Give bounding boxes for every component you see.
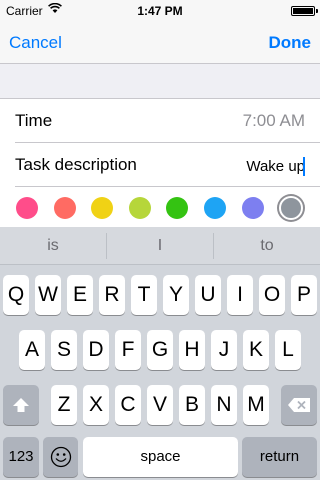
- time-label: Time: [15, 111, 53, 130]
- color-swatch-6[interactable]: [204, 197, 226, 219]
- key-v[interactable]: V: [147, 385, 173, 425]
- key-h[interactable]: H: [179, 330, 205, 370]
- key-a[interactable]: A: [19, 330, 45, 370]
- task-description-label: Task description: [15, 155, 137, 174]
- key-m[interactable]: M: [243, 385, 269, 425]
- delete-key[interactable]: [281, 385, 317, 425]
- key-b[interactable]: B: [179, 385, 205, 425]
- key-s[interactable]: S: [51, 330, 77, 370]
- prediction-1[interactable]: is: [0, 227, 106, 265]
- key-r[interactable]: R: [99, 275, 125, 315]
- key-f[interactable]: F: [115, 330, 141, 370]
- return-key[interactable]: return: [242, 437, 317, 477]
- key-k[interactable]: K: [243, 330, 269, 370]
- key-z[interactable]: Z: [51, 385, 77, 425]
- numbers-key[interactable]: 123: [3, 437, 39, 477]
- shift-icon: [12, 393, 30, 416]
- emoji-key[interactable]: [43, 437, 78, 477]
- key-n[interactable]: N: [211, 385, 237, 425]
- color-swatch-7[interactable]: [241, 197, 264, 219]
- color-swatch-1[interactable]: [16, 197, 38, 219]
- delete-icon: [287, 393, 311, 416]
- status-time: 1:47 PM: [137, 4, 183, 18]
- key-d[interactable]: D: [83, 330, 109, 370]
- key-g[interactable]: G: [147, 330, 173, 370]
- key-o[interactable]: O: [259, 275, 285, 315]
- key-l[interactable]: L: [275, 330, 301, 370]
- prediction-3[interactable]: to: [214, 227, 320, 265]
- key-i[interactable]: I: [227, 275, 253, 315]
- text-cursor: [303, 157, 305, 176]
- space-key[interactable]: space: [83, 437, 238, 477]
- key-e[interactable]: E: [67, 275, 93, 315]
- battery-icon: [291, 6, 315, 16]
- key-t[interactable]: T: [131, 275, 157, 315]
- key-c[interactable]: C: [115, 385, 141, 425]
- time-value[interactable]: 7:00 AM: [243, 111, 305, 131]
- status-bar: Carrier 1:47 PM: [0, 0, 320, 20]
- task-description-row[interactable]: Task description: [0, 143, 320, 187]
- key-q[interactable]: Q: [3, 275, 29, 315]
- emoji-icon: [50, 445, 72, 468]
- color-swatch-8[interactable]: [279, 196, 304, 220]
- color-picker: [0, 187, 320, 227]
- key-u[interactable]: U: [195, 275, 221, 315]
- battery-tip: [316, 9, 318, 13]
- key-j[interactable]: J: [211, 330, 237, 370]
- shift-key[interactable]: [3, 385, 39, 425]
- done-button[interactable]: Done: [269, 33, 312, 53]
- predictive-bar: is I to: [0, 227, 320, 265]
- color-swatch-3[interactable]: [91, 197, 114, 219]
- color-swatch-5[interactable]: [166, 197, 189, 219]
- keyboard: is I to QWERTYUIOPASDFGHJKLZXCVBNM 123 s…: [0, 227, 320, 480]
- task-description-input[interactable]: [155, 155, 305, 177]
- section-spacer: [0, 64, 320, 99]
- key-w[interactable]: W: [35, 275, 61, 315]
- time-row[interactable]: Time 7:00 AM: [0, 99, 320, 143]
- key-p[interactable]: P: [291, 275, 317, 315]
- navigation-bar: Cancel Done: [0, 20, 320, 64]
- color-swatch-2[interactable]: [53, 197, 76, 219]
- key-x[interactable]: X: [83, 385, 109, 425]
- key-y[interactable]: Y: [163, 275, 189, 315]
- cancel-button[interactable]: Cancel: [9, 33, 62, 53]
- color-swatch-4[interactable]: [128, 197, 151, 219]
- prediction-2[interactable]: I: [107, 227, 213, 265]
